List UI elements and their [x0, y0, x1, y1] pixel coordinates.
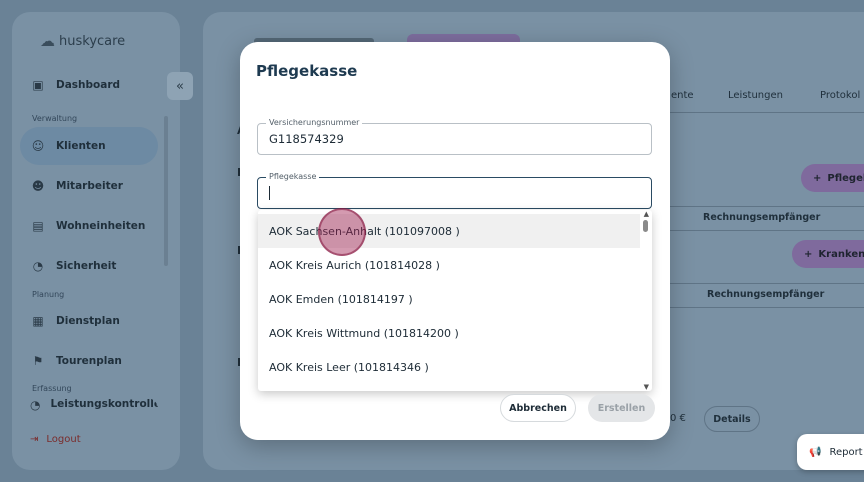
scroll-up-icon[interactable]: ▲ [644, 210, 649, 218]
plus-icon: + [804, 248, 813, 260]
sidebar-item-leistungskontrolle[interactable]: ◔ Leistungskontrolle [20, 398, 158, 420]
nav-section-erfassung: Erfassung [32, 384, 72, 393]
logout-icon: ⇥ [30, 434, 39, 445]
field-value: G118574329 [269, 132, 344, 146]
nav-section-planung: Planung [32, 290, 65, 299]
control-icon: ◔ [30, 398, 41, 412]
tab-dokumente[interactable]: ente [671, 90, 694, 101]
app-logo: ☁ huskycare [40, 32, 125, 50]
nav-section-verwaltung: Verwaltung [32, 114, 78, 123]
sidebar-item-tourenplan[interactable]: ⚑ Tourenplan [20, 342, 158, 380]
sidebar-item-dienstplan[interactable]: ▦ Dienstplan [20, 302, 158, 340]
field-label: Pflegekasse [266, 172, 320, 181]
pflegekasse-dialog: Pflegekasse Versicherungsnummer G1185743… [240, 42, 670, 440]
pflegekasse-input[interactable]: Pflegekasse [257, 172, 652, 209]
cancel-button[interactable]: Abbrechen [500, 394, 576, 422]
dialog-title: Pflegekasse [256, 62, 358, 80]
clients-icon: ☺ [31, 139, 45, 153]
sidebar-item-label: Wohneinheiten [56, 220, 146, 232]
employees-icon: ☻ [31, 179, 45, 193]
sidebar-item-label: Mitarbeiter [56, 180, 123, 192]
insurance-number-field[interactable]: Versicherungsnummer G118574329 [257, 118, 652, 155]
sidebar-item-label: Dienstplan [56, 315, 120, 327]
sidebar-item-label: Dashboard [56, 79, 121, 91]
tab-leistungen[interactable]: Leistungen [728, 90, 783, 101]
button-label: Pflegek [827, 172, 864, 184]
scrollbar-thumb[interactable] [643, 220, 648, 232]
amount-value: 0 € [670, 413, 686, 424]
sidebar-item-label: Tourenplan [56, 355, 122, 367]
text-caret [269, 186, 270, 200]
tab-protokoll[interactable]: Protokol [820, 90, 860, 101]
cloud-icon: ☁ [40, 32, 55, 50]
scroll-down-icon[interactable]: ▼ [644, 383, 649, 391]
sidebar-item-wohneinheiten[interactable]: ▤ Wohneinheiten [20, 207, 158, 245]
collapse-sidebar-button[interactable]: « [167, 72, 193, 100]
button-label: Krankenk [818, 248, 864, 260]
list-item[interactable]: AOK Kreis Aurich (101814028 ) [258, 248, 640, 282]
table-divider [670, 307, 864, 308]
logout-button[interactable]: ⇥ Logout [30, 434, 81, 445]
security-icon: ◔ [32, 259, 44, 273]
list-item[interactable]: AOK Emden (101814197 ) [258, 282, 640, 316]
field-label: Versicherungsnummer [266, 118, 363, 127]
add-krankenkasse-button[interactable]: + Krankenk [792, 240, 864, 268]
sidebar-item-label: Leistungskontrolle [50, 398, 158, 410]
tabs-divider [640, 112, 864, 113]
logout-label: Logout [46, 434, 81, 445]
click-indicator [318, 208, 366, 256]
report-button[interactable]: 📢 Report a [797, 434, 864, 470]
sidebar-item-dashboard[interactable]: ▣ Dashboard [20, 66, 158, 104]
report-label: Report a [829, 446, 864, 458]
flag-icon: ⚑ [32, 354, 44, 368]
pflegekasse-options-list[interactable]: AOK Sachsen-Anhalt (101097008 ) AOK Krei… [258, 210, 652, 391]
list-item[interactable]: AOK Kreis Wittmund (101814200 ) [258, 316, 640, 350]
calendar-icon: ▦ [32, 314, 44, 328]
create-button[interactable]: Erstellen [588, 394, 655, 422]
add-pflegekasse-button[interactable]: + Pflegek [801, 164, 864, 192]
table-divider [670, 206, 864, 207]
column-header: Rechnungsempfänger [707, 289, 825, 300]
sidebar-item-label: Sicherheit [56, 260, 117, 272]
list-item[interactable]: AOK Kreis Leer (101814346 ) [258, 350, 640, 384]
table-divider [670, 283, 864, 284]
sidebar-scrollbar[interactable] [164, 116, 168, 266]
column-header: Rechnungsempfänger [703, 212, 821, 223]
housing-icon: ▤ [32, 219, 44, 233]
sidebar-item-label: Klienten [56, 140, 106, 152]
sidebar-item-sicherheit[interactable]: ◔ Sicherheit [20, 247, 158, 285]
table-divider [670, 230, 864, 231]
logo-text: huskycare [59, 33, 126, 49]
dashboard-icon: ▣ [32, 78, 44, 92]
sidebar-item-mitarbeiter[interactable]: ☻ Mitarbeiter [20, 167, 158, 205]
sidebar-item-klienten[interactable]: ☺ Klienten [20, 127, 158, 165]
plus-icon: + [813, 172, 822, 184]
details-button[interactable]: Details [704, 406, 760, 432]
megaphone-icon: 📢 [809, 446, 822, 458]
list-item[interactable]: AOK Sachsen-Anhalt (101097008 ) [258, 214, 640, 248]
